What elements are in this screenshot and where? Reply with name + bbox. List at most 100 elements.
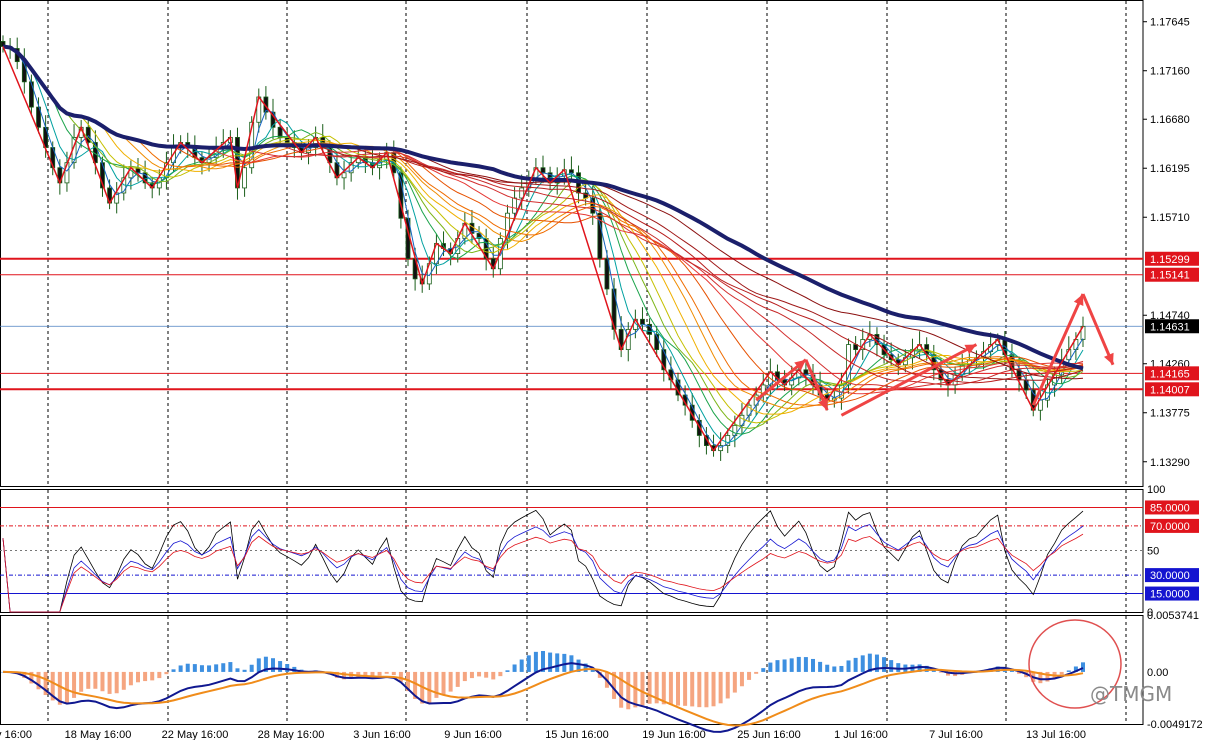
macd-histogram-bar xyxy=(562,653,567,672)
macd-histogram-bar xyxy=(747,671,752,680)
candle-body xyxy=(242,167,247,189)
moving-average-line xyxy=(2,46,1084,429)
macd-histogram-bar xyxy=(121,671,126,690)
macd-histogram-bar xyxy=(498,671,503,677)
macd-histogram-bar xyxy=(704,671,709,708)
macd-histogram-bar xyxy=(803,657,808,672)
macd-histogram-bar xyxy=(818,661,823,672)
macd-tick-label: 0.0053741 xyxy=(1147,610,1199,622)
macd-histogram-bar xyxy=(533,651,538,672)
moving-average-thick xyxy=(2,44,1084,371)
x-tick-label: 7 Jul 16:00 xyxy=(929,729,983,740)
macd-histogram-bar xyxy=(214,664,219,672)
x-tick-label: 25 Jun 16:00 xyxy=(737,729,801,740)
macd-histogram-bar xyxy=(1066,670,1071,672)
macd-histogram-bar xyxy=(725,671,730,699)
macd-histogram-bar xyxy=(640,671,645,706)
macd-histogram-bar xyxy=(192,664,197,672)
macd-histogram-bar xyxy=(150,671,155,681)
macd-histogram-bar xyxy=(690,671,695,707)
macd-histogram-bar xyxy=(64,671,69,704)
macd-histogram-bar xyxy=(221,663,226,672)
macd-histogram-bar xyxy=(1081,662,1085,672)
x-tick-label: 1 Jul 16:00 xyxy=(834,729,888,740)
macd-histogram-bar xyxy=(619,671,624,708)
macd-histogram-bar xyxy=(256,658,261,672)
moving-average-line xyxy=(2,46,1084,448)
macd-histogram-bar xyxy=(100,671,105,692)
annotation-arrow xyxy=(1081,293,1115,366)
y-tick-label: 1.16195 xyxy=(1150,163,1190,175)
x-tick-label: 18 May 16:00 xyxy=(65,729,132,740)
moving-average-line xyxy=(2,46,1084,395)
macd-histogram-bar xyxy=(235,668,240,672)
macd-histogram-bar xyxy=(384,671,389,674)
price-level-label: 1.15299 xyxy=(1150,254,1190,266)
macd-histogram-bar xyxy=(242,669,247,672)
rsi-line xyxy=(2,533,1084,613)
rsi-panel: 10050085.000070.000030.000015.0000 xyxy=(0,484,1199,619)
arrow-shaft xyxy=(1081,293,1115,366)
candle-body xyxy=(512,197,517,214)
rsi-level-label: 70.0000 xyxy=(1150,521,1190,533)
macd-histogram-bar xyxy=(668,671,673,705)
macd-histogram-bar xyxy=(462,671,467,682)
macd-histogram-bar xyxy=(469,671,474,679)
macd-histogram-bar xyxy=(107,671,112,694)
x-tick-label: 28 May 16:00 xyxy=(258,729,325,740)
macd-histogram-bar xyxy=(775,660,780,672)
macd-histogram-bar xyxy=(754,671,759,674)
macd-histogram-bar xyxy=(377,671,382,676)
macd-histogram-bar xyxy=(1059,671,1064,675)
macd-histogram-bar xyxy=(484,671,489,678)
macd-histogram-bar xyxy=(896,663,901,672)
rsi-level-label: 15.0000 xyxy=(1150,589,1190,601)
macd-histogram-bar xyxy=(86,671,91,689)
macd-histogram-bar xyxy=(732,671,737,693)
macd-histogram-bar xyxy=(647,671,652,704)
macd-histogram-bar xyxy=(72,671,77,698)
macd-histogram-bar xyxy=(199,665,204,672)
macd-histogram-bar xyxy=(661,671,666,705)
y-tick-label: 1.17160 xyxy=(1150,66,1190,78)
macd-histogram-bar xyxy=(832,666,837,672)
macd-histogram-bar xyxy=(441,671,446,695)
macd-histogram-bar xyxy=(768,662,773,672)
candle-body xyxy=(540,167,546,174)
macd-histogram-bar xyxy=(839,665,844,672)
macd-histogram-bar xyxy=(157,671,162,679)
macd-histogram-bar xyxy=(207,665,212,672)
macd-histogram-bar xyxy=(164,671,169,675)
macd-histogram-bar xyxy=(782,659,787,672)
macd-histogram-bar xyxy=(427,671,432,703)
macd-histogram-bar xyxy=(79,671,84,692)
macd-tick-label: 0.00 xyxy=(1147,667,1168,679)
y-tick-label: 1.15710 xyxy=(1150,212,1190,224)
rsi-tick-label: 50 xyxy=(1147,546,1159,558)
macd-histogram-bar xyxy=(93,671,98,689)
macd-histogram-bar xyxy=(626,671,631,710)
macd-histogram-bar xyxy=(448,671,453,692)
rsi-tick-label: 100 xyxy=(1147,484,1165,496)
moving-average-line xyxy=(2,46,1084,389)
x-tick-label: 19 Jun 16:00 xyxy=(642,729,706,740)
y-tick-label: 1.17645 xyxy=(1150,17,1190,29)
macd-histogram-bar xyxy=(271,658,275,672)
price-level-label: 1.14007 xyxy=(1150,384,1190,396)
x-tick-label: 22 May 16:00 xyxy=(162,729,229,740)
macd-histogram-bar xyxy=(860,655,865,672)
macd-histogram-bar xyxy=(391,671,396,676)
macd-histogram-bar xyxy=(711,671,716,707)
rsi-level-label: 85.0000 xyxy=(1150,502,1190,514)
price-panel: 1.176451.171601.166801.161951.157101.147… xyxy=(0,0,1199,487)
macd-histogram-bar xyxy=(228,662,233,672)
macd-histogram-bar xyxy=(683,671,688,706)
moving-average-line xyxy=(2,46,1084,444)
x-tick-label: 13 Jul 16:00 xyxy=(1026,729,1086,740)
macd-signal-line xyxy=(2,667,1084,727)
macd-histogram-bar xyxy=(512,664,517,672)
candle-body xyxy=(29,81,34,108)
macd-histogram-bar xyxy=(789,658,794,672)
time-axis: y 16:00 18 May 16:00 22 May 16:00 28 May 16… xyxy=(0,729,1086,740)
price-level-label: 1.14165 xyxy=(1150,368,1190,380)
